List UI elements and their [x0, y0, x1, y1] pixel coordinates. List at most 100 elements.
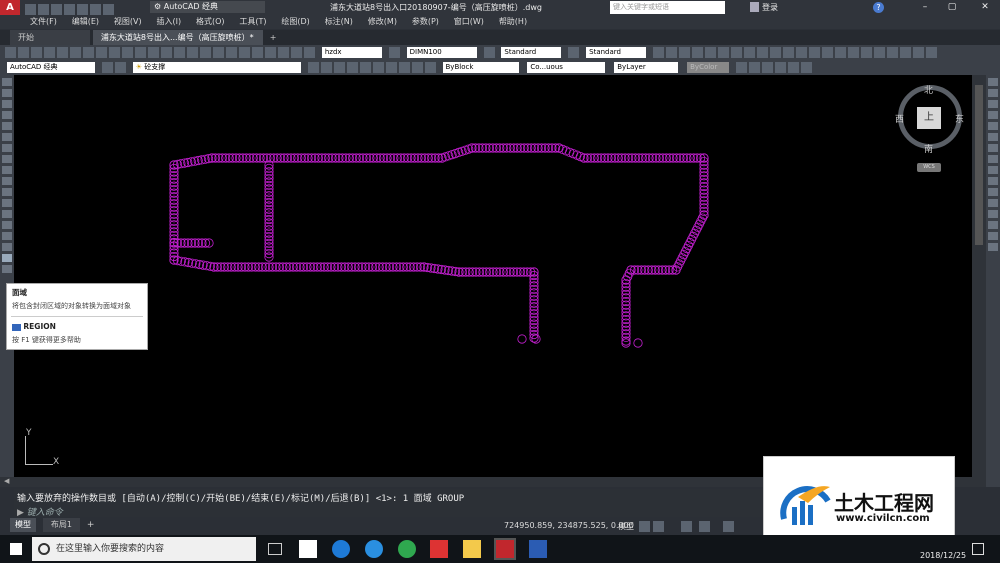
tool-icon[interactable]	[718, 47, 729, 58]
browser-icon[interactable]	[397, 540, 416, 558]
gear-icon[interactable]	[101, 62, 113, 73]
tool-icon[interactable]	[809, 47, 820, 58]
tool-icon[interactable]	[775, 62, 786, 73]
undo-icon[interactable]	[90, 4, 101, 15]
linetype-select[interactable]: Co...uous	[527, 62, 606, 73]
tool-icon[interactable]	[252, 47, 263, 58]
tool-icon[interactable]	[783, 47, 794, 58]
ellipse-arc-icon[interactable]	[2, 188, 12, 196]
new-icon[interactable]	[25, 4, 36, 15]
drawing-canvas[interactable]: 上 北 南 西 东 WCS Y X	[14, 75, 972, 477]
notification-icon[interactable]	[972, 543, 984, 555]
region-icon[interactable]	[2, 254, 12, 262]
copy-icon[interactable]	[988, 89, 998, 97]
rectangle-icon[interactable]	[2, 122, 12, 130]
tool-icon[interactable]	[44, 47, 55, 58]
layer-manager-icon[interactable]	[114, 62, 126, 73]
save-icon[interactable]	[51, 4, 62, 15]
tab-start[interactable]: 开始	[10, 30, 90, 45]
tool-icon[interactable]	[900, 47, 911, 58]
make-block-icon[interactable]	[2, 210, 12, 218]
pline-icon[interactable]	[2, 100, 12, 108]
tool-icon[interactable]	[749, 62, 760, 73]
compass-west[interactable]: 西	[895, 112, 904, 125]
vertical-scrollbar[interactable]	[972, 75, 986, 477]
tool-icon[interactable]	[801, 62, 812, 73]
arc-icon[interactable]	[2, 133, 12, 141]
mleader-style-select[interactable]: Standard	[586, 47, 647, 58]
menu-view[interactable]: 视图(V)	[114, 15, 142, 29]
search-input[interactable]: 键入关键字或短语	[610, 1, 725, 14]
tool-icon[interactable]	[411, 62, 423, 73]
tool-icon[interactable]	[213, 47, 224, 58]
tool-icon[interactable]	[278, 47, 289, 58]
move-icon[interactable]	[988, 133, 998, 141]
layer-select[interactable]: ☀ 砼支撑	[132, 62, 301, 73]
tool-icon[interactable]	[109, 47, 120, 58]
wcs-menu[interactable]: WCS	[917, 163, 941, 172]
tool-icon[interactable]	[174, 47, 185, 58]
tool-icon[interactable]	[861, 47, 872, 58]
osnap-icon[interactable]	[723, 521, 734, 532]
xline-icon[interactable]	[2, 89, 12, 97]
grid-icon[interactable]	[639, 521, 650, 532]
color-select[interactable]: ByBlock	[442, 62, 519, 73]
polygon-icon[interactable]	[2, 111, 12, 119]
compass-east[interactable]: 东	[955, 112, 964, 125]
open-icon[interactable]	[38, 4, 49, 15]
menu-parametric[interactable]: 参数(P)	[412, 15, 439, 29]
menu-help[interactable]: 帮助(H)	[499, 15, 527, 29]
minimize-button[interactable]: –	[915, 0, 935, 15]
point-icon[interactable]	[2, 221, 12, 229]
menu-file[interactable]: 文件(F)	[30, 15, 57, 29]
command-line[interactable]: ▶ 键入命令	[14, 503, 774, 518]
tool-icon[interactable]	[200, 47, 211, 58]
gradient-icon[interactable]	[2, 243, 12, 251]
insert-block-icon[interactable]	[2, 199, 12, 207]
tool-icon[interactable]	[926, 47, 937, 58]
new-tab-button[interactable]: +	[266, 30, 281, 45]
maximize-button[interactable]: ▢	[942, 0, 962, 15]
lineweight-select[interactable]: ByLayer	[614, 62, 679, 73]
app-menu-button[interactable]: A	[0, 0, 20, 15]
tool-icon[interactable]	[736, 62, 747, 73]
login-button[interactable]: 登录	[762, 0, 778, 15]
snap-icon[interactable]	[653, 521, 664, 532]
tool-icon[interactable]	[692, 47, 703, 58]
add-layout-button[interactable]: +	[87, 520, 95, 530]
join-icon[interactable]	[988, 210, 998, 218]
task-view-icon[interactable]	[268, 543, 282, 555]
polar-icon[interactable]	[699, 521, 710, 532]
tool-icon[interactable]	[744, 47, 755, 58]
redo-icon[interactable]	[103, 4, 114, 15]
ortho-icon[interactable]	[681, 521, 692, 532]
menu-tools[interactable]: 工具(T)	[239, 15, 266, 29]
tool-icon[interactable]	[96, 47, 107, 58]
ellipse-icon[interactable]	[2, 177, 12, 185]
scroll-left-icon[interactable]: ◀	[4, 477, 9, 485]
tool-icon[interactable]	[796, 47, 807, 58]
command-input[interactable]: 键入命令	[27, 508, 63, 518]
tool-icon[interactable]	[385, 62, 397, 73]
close-button[interactable]: ✕	[970, 0, 1000, 15]
menu-dimension[interactable]: 标注(N)	[325, 15, 353, 29]
store-icon[interactable]	[298, 540, 317, 558]
tool-icon[interactable]	[346, 62, 358, 73]
tool-icon[interactable]	[848, 47, 859, 58]
tool-icon[interactable]	[788, 62, 799, 73]
tab-model[interactable]: 模型	[10, 518, 36, 532]
tool-icon[interactable]	[304, 47, 315, 58]
tool-icon[interactable]	[666, 47, 677, 58]
tool-icon[interactable]	[770, 47, 781, 58]
compass-south[interactable]: 南	[924, 142, 933, 155]
tool-icon[interactable]	[239, 47, 250, 58]
mirror-icon[interactable]	[988, 100, 998, 108]
tool-icon[interactable]	[822, 47, 833, 58]
tool-icon[interactable]	[161, 47, 172, 58]
tool-icon[interactable]	[18, 47, 29, 58]
tool-icon[interactable]	[135, 47, 146, 58]
trim-icon[interactable]	[988, 177, 998, 185]
scroll-thumb[interactable]	[975, 85, 983, 245]
tool-icon[interactable]	[57, 47, 68, 58]
tool-icon[interactable]	[424, 62, 436, 73]
